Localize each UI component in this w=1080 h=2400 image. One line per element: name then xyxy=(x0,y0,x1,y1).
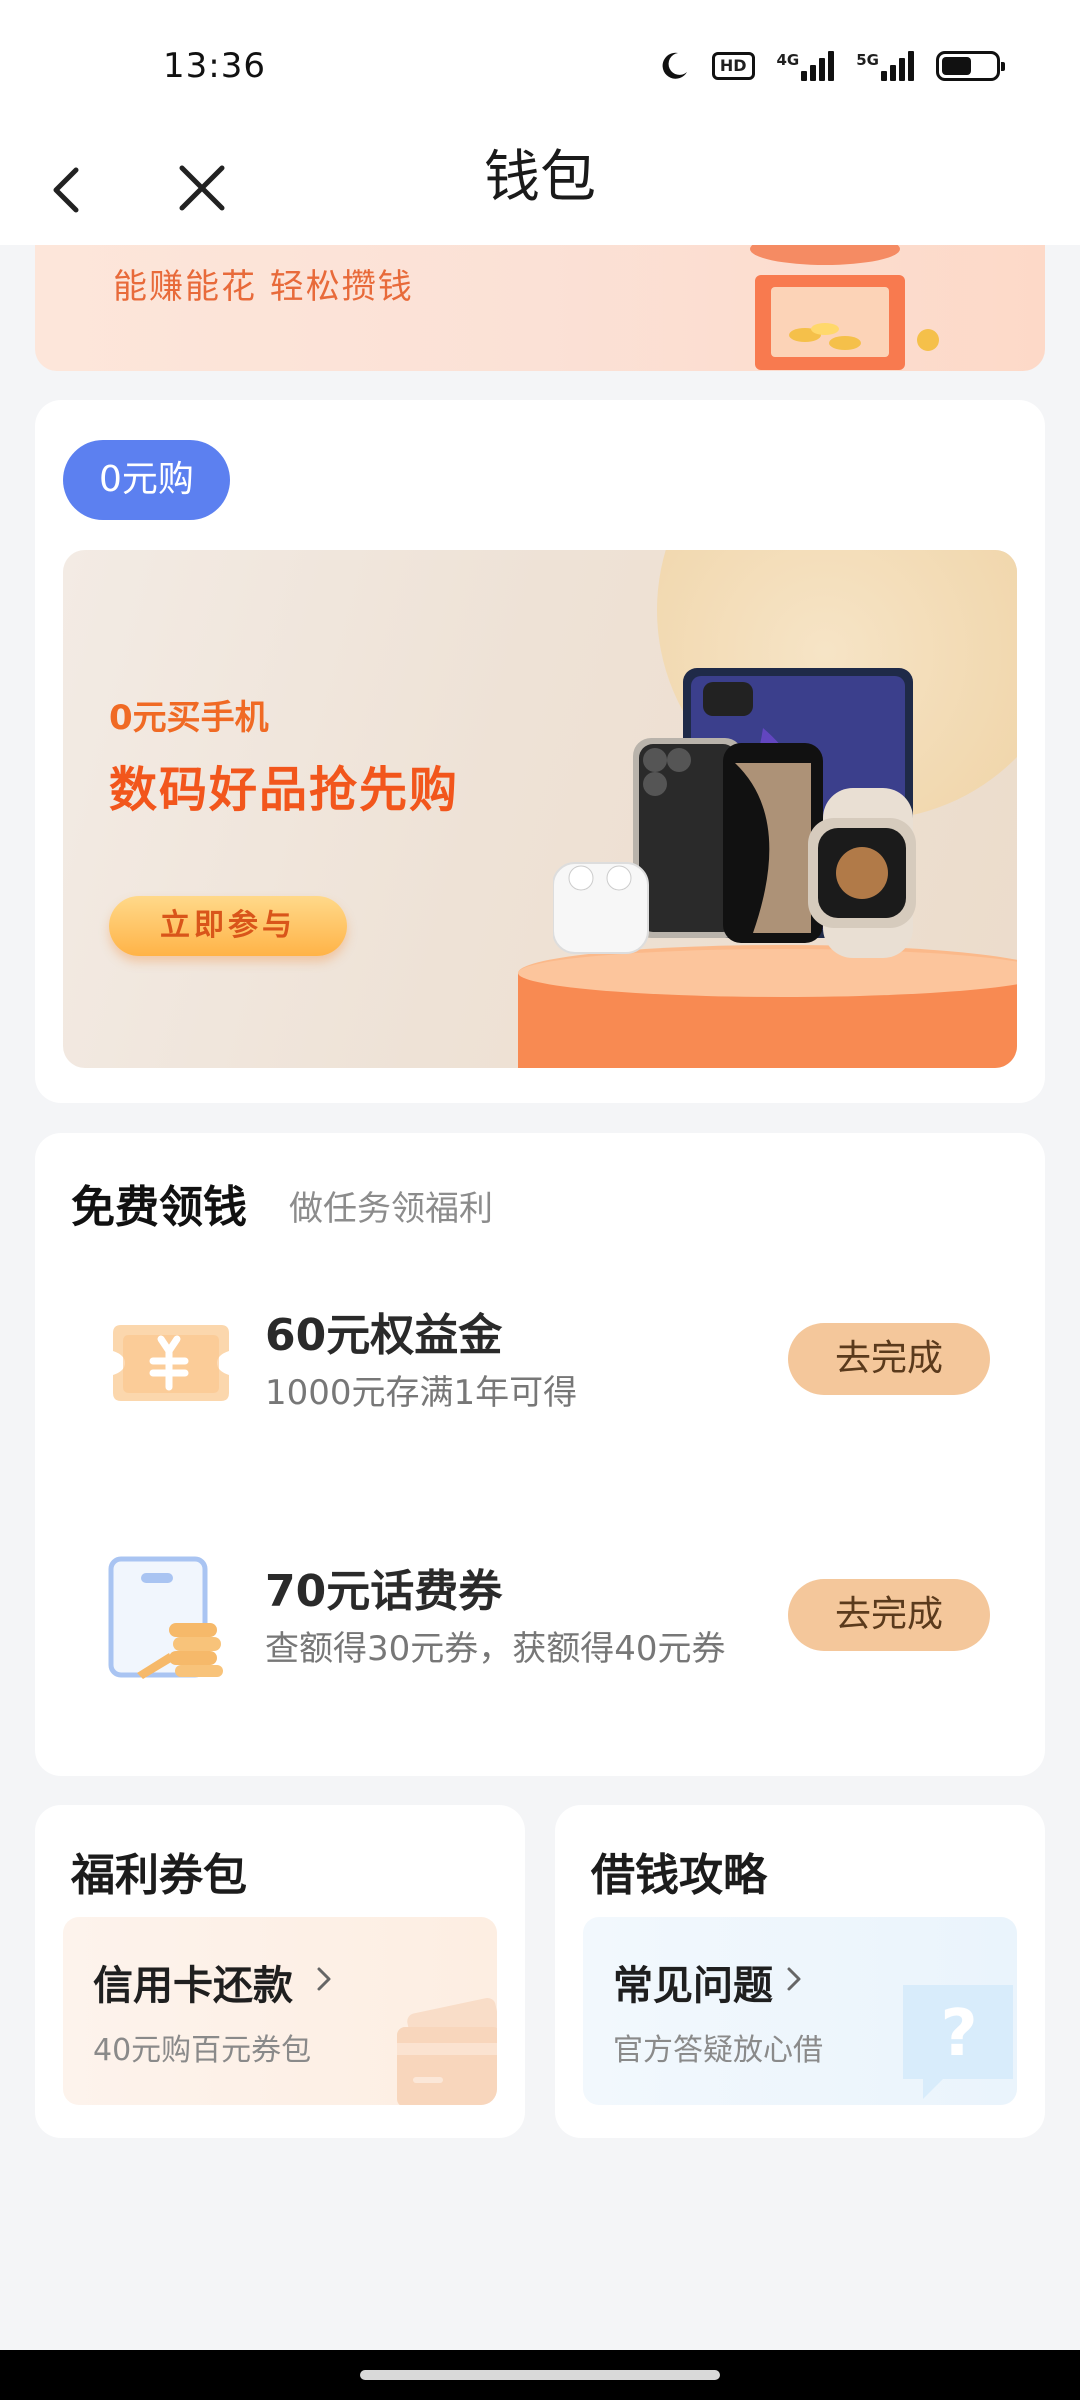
moon-icon xyxy=(662,52,687,79)
digital-devices-image xyxy=(553,668,916,958)
task-name: 60元权益金 xyxy=(265,1310,503,1361)
battery-icon xyxy=(936,51,1005,81)
free-money-card: 免费领钱 做任务领福利 60元权益金 1000元存满1年可得 去完成 70元话费… xyxy=(35,1133,1045,1776)
faq-desc: 官方答疑放心借 xyxy=(613,2033,823,2068)
go-complete-button[interactable]: 去完成 xyxy=(788,1323,990,1395)
join-now-button[interactable]: 立即参与 xyxy=(109,896,347,956)
go-complete-button[interactable]: 去完成 xyxy=(788,1579,990,1651)
task-desc: 1000元存满1年可得 xyxy=(265,1373,578,1413)
credit-card-icon xyxy=(397,1997,497,2105)
loan-guide-title: 借钱攻略 xyxy=(591,1850,767,1901)
hd-voice-icon: HD xyxy=(711,52,755,80)
credit-card-repayment-item[interactable]: 信用卡还款 40元购百元券包 xyxy=(63,1917,497,2105)
faq-label: 常见问题 xyxy=(613,1963,773,2009)
status-time: 13:36 xyxy=(163,46,266,86)
zero-purchase-promo-banner[interactable]: 0元买手机 数码好品抢先购 立即参与 xyxy=(63,550,1017,1068)
chevron-right-icon xyxy=(787,1967,801,1991)
free-money-title: 免费领钱 xyxy=(71,1182,247,1233)
promo-subtitle: 0元买手机 xyxy=(109,698,269,738)
coupon-ticket-icon xyxy=(113,1325,229,1401)
loan-guide-card: 借钱攻略 常见问题 官方答疑放心借 ? xyxy=(555,1805,1045,2138)
welfare-coupon-title: 福利券包 xyxy=(71,1850,247,1901)
svg-text:?: ? xyxy=(940,1997,977,2071)
signal-5g-label: 5G xyxy=(856,51,879,69)
zero-purchase-tag[interactable]: 0元购 xyxy=(63,440,230,520)
savings-banner-text: 能赚能花 轻松攒钱 xyxy=(113,267,414,307)
home-gesture-handle[interactable] xyxy=(360,2370,720,2380)
free-money-subtitle: 做任务领福利 xyxy=(289,1189,493,1229)
task-item[interactable]: 70元话费券 查额得30元券，获额得40元券 去完成 xyxy=(35,1539,1045,1699)
credit-card-repayment-desc: 40元购百元券包 xyxy=(93,2033,312,2068)
promo-title: 数码好品抢先购 xyxy=(109,762,460,818)
task-name: 70元话费券 xyxy=(265,1566,503,1617)
signal-5g-icon: 5G xyxy=(856,51,914,81)
nav-bar: 钱包 xyxy=(0,140,1080,245)
question-bubble-icon: ? xyxy=(903,1985,1013,2099)
status-icons: HD 4G 5G xyxy=(658,50,1005,82)
task-desc: 查额得30元券，获额得40元券 xyxy=(265,1629,726,1669)
signal-4g-label: 4G xyxy=(776,51,800,69)
battery-level xyxy=(942,57,971,75)
savings-banner[interactable]: 能赚能花 轻松攒钱 xyxy=(35,245,1045,371)
zero-purchase-card: 0元购 0元买手机 数码好品抢先购 立即参与 xyxy=(35,400,1045,1103)
credit-card-repayment-label: 信用卡还款 xyxy=(93,1963,293,2009)
signal-4g-icon: 4G xyxy=(777,51,835,81)
phone-coins-icon xyxy=(108,1556,223,1679)
chevron-right-icon xyxy=(317,1967,331,1991)
gesture-navigation-bar xyxy=(0,2350,1080,2400)
status-bar: 13:36 HD 4G 5G xyxy=(0,0,1080,140)
page-title: 钱包 xyxy=(484,145,596,210)
close-icon[interactable] xyxy=(170,148,234,228)
chevron-left-icon[interactable] xyxy=(40,148,96,228)
faq-item[interactable]: 常见问题 官方答疑放心借 ? xyxy=(583,1917,1017,2105)
gift-box-icon xyxy=(750,245,939,370)
task-item[interactable]: 60元权益金 1000元存满1年可得 去完成 xyxy=(35,1283,1045,1443)
welfare-coupon-card: 福利券包 信用卡还款 40元购百元券包 xyxy=(35,1805,525,2138)
